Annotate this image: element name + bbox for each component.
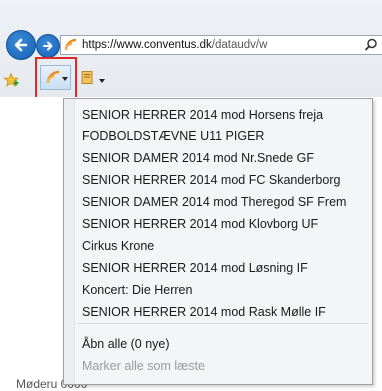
page-menu-chevron-icon[interactable]: [99, 79, 105, 83]
search-icon[interactable]: [364, 38, 378, 52]
mark-all-read-menu-item: Marker alle som læste: [82, 359, 205, 373]
feed-menu-item[interactable]: SENIOR HERRER 2014 mod Rask Mølle IF: [82, 303, 326, 321]
forward-button[interactable]: [36, 34, 60, 58]
address-bar[interactable]: https://www.conventus.dk/dataudv/w: [60, 35, 382, 55]
feeds-dropdown-menu: SENIOR HERRER 2014 mod Horsens freja FOD…: [63, 98, 373, 385]
feed-menu-item[interactable]: SENIOR HERRER 2014 mod Horsens freja: [82, 106, 323, 124]
back-arrow-icon: [14, 38, 28, 52]
url-path: /dataudv/w: [211, 39, 268, 51]
feed-menu-item[interactable]: Koncert: Die Herren: [82, 281, 192, 299]
back-button[interactable]: [6, 30, 36, 60]
menu-gutter: [64, 99, 75, 384]
open-all-menu-item[interactable]: Åbn alle (0 nye): [82, 335, 170, 353]
feed-menu-item[interactable]: SENIOR DAMER 2014 mod Theregod SF Frem: [82, 193, 346, 211]
feed-menu-item[interactable]: SENIOR HERRER 2014 mod Løsning IF: [82, 259, 308, 277]
page-icon[interactable]: [80, 70, 95, 85]
address-url: https://www.conventus.dk/dataudv/w: [82, 39, 267, 51]
feed-menu-item[interactable]: FODBOLDSTÆVNE U11 PIGER: [82, 127, 264, 145]
feed-menu-item[interactable]: Cirkus Krone: [82, 237, 154, 255]
menu-separator: [78, 323, 368, 324]
feed-menu-item[interactable]: SENIOR HERRER 2014 mod FC Skanderborg: [82, 171, 340, 189]
feeds-button-highlight: [35, 57, 77, 101]
feed-menu-item[interactable]: SENIOR DAMER 2014 mod Nr.Snede GF: [82, 149, 314, 167]
feed-menu-item[interactable]: SENIOR HERRER 2014 mod Klovborg UF: [82, 215, 318, 233]
favorites-star-icon[interactable]: [3, 72, 19, 88]
forward-arrow-icon: [43, 41, 53, 51]
url-host: https://www.conventus.dk: [82, 39, 212, 51]
site-feed-icon: [64, 38, 77, 51]
